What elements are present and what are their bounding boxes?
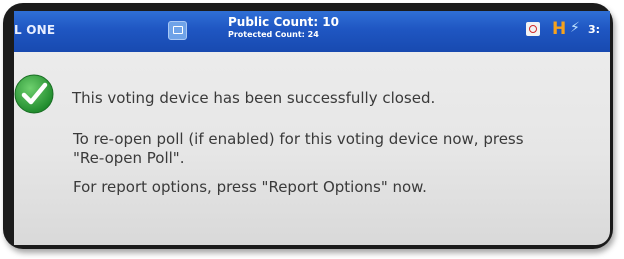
- screen-icon[interactable]: [168, 21, 187, 40]
- device-screen: L ONE Public Count: 10 Protected Count: …: [14, 11, 610, 245]
- report-instructions: For report options, press "Report Option…: [73, 178, 427, 196]
- plug-icon: ⚡: [570, 20, 580, 36]
- reopen-line-2: "Re-open Poll".: [73, 149, 185, 167]
- reopen-line-1: To re-open poll (if enabled) for this vo…: [73, 130, 524, 148]
- poll-name: L ONE: [14, 23, 56, 37]
- h-icon: H: [552, 19, 567, 39]
- reopen-instructions: To re-open poll (if enabled) for this vo…: [73, 130, 524, 168]
- ballot-counts: Public Count: 10 Protected Count: 24: [228, 15, 339, 40]
- closed-message: This voting device has been successfully…: [72, 89, 436, 107]
- printer-icon: [526, 22, 540, 36]
- public-count: Public Count: 10: [228, 15, 339, 29]
- clock: 3:: [588, 23, 601, 36]
- status-bar: L ONE Public Count: 10 Protected Count: …: [14, 11, 610, 52]
- protected-count: Protected Count: 24: [228, 30, 319, 39]
- success-check-icon: [14, 74, 54, 114]
